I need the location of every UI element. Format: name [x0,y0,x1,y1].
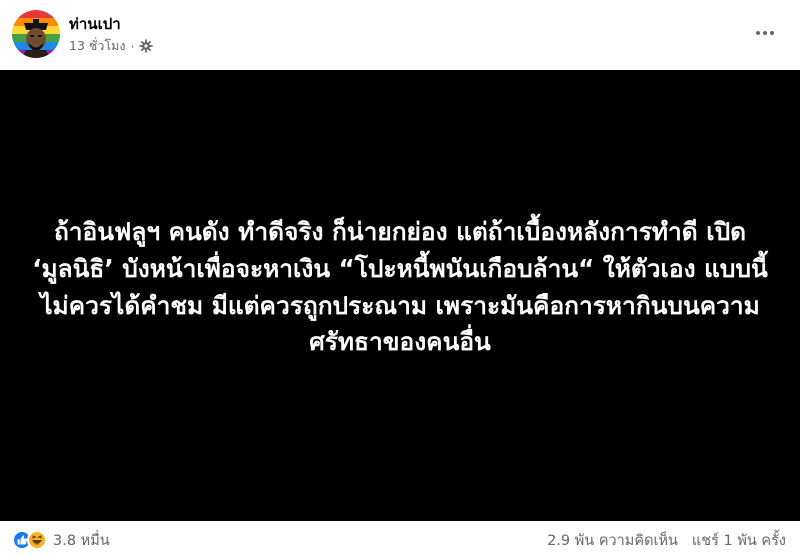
engagement-stats: 2.9 พัน ความคิดเห็น แชร์ 1 พัน ครั้ง [547,529,786,552]
post-message: ถ้าอินฟลูฯ คนดัง ทำดีจริง ก็น่ายกย่อง แต… [32,217,768,357]
author-avatar[interactable] [12,10,60,58]
author-name[interactable]: ท่านเปา [69,12,121,36]
post-text-card[interactable]: ถ้าอินฟลูฯ คนดัง ทำดีจริง ก็น่ายกย่อง แต… [0,70,800,521]
gear-icon[interactable] [139,39,153,53]
haha-icon [27,530,47,550]
meta-separator: · [130,38,135,54]
shares-count-link[interactable]: แชร์ 1 พัน ครั้ง [692,529,786,552]
post-meta: 13 ชั่วโมง · [69,36,153,56]
reactions-summary[interactable]: 3.8 หมื่น [12,529,110,552]
comments-count-link[interactable]: 2.9 พัน ความคิดเห็น [547,529,678,552]
post-footer: 3.8 หมื่น 2.9 พัน ความคิดเห็น แชร์ 1 พัน… [0,521,800,559]
more-options-icon[interactable] [750,18,780,48]
post-timestamp[interactable]: 13 ชั่วโมง [69,36,125,56]
more-dot [763,31,767,35]
reaction-icons [12,530,47,550]
more-dot [770,31,774,35]
post-header: ท่านเปา 13 ชั่วโมง · [0,0,800,70]
more-dot [756,31,760,35]
reaction-count: 3.8 หมื่น [53,532,110,549]
